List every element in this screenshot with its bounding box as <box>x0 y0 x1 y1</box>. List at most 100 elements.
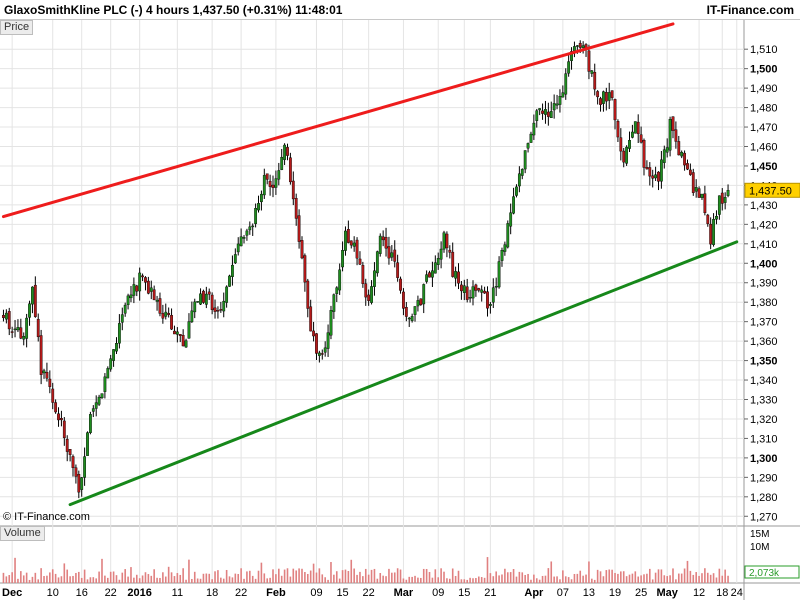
volume-bar <box>617 573 619 583</box>
volume-bar <box>133 577 135 583</box>
volume-bar <box>559 579 561 583</box>
instrument-title: GlaxoSmithKline PLC (-) 4 hours 1,437.50… <box>4 3 343 17</box>
volume-bar <box>28 579 31 583</box>
volume-bar <box>330 562 332 583</box>
candle-up <box>552 103 556 111</box>
candle-up <box>654 174 657 179</box>
candle-down <box>610 90 614 98</box>
candle-up <box>94 402 98 409</box>
brand-label[interactable]: IT-Finance.com <box>707 3 794 17</box>
candle-up <box>4 312 8 320</box>
volume-bar <box>211 579 213 583</box>
volume-bar <box>402 578 405 583</box>
volume-bar <box>263 573 266 583</box>
y-tick-label: 1,270 <box>750 511 778 523</box>
candle-down <box>36 318 40 338</box>
candle-down <box>265 173 269 180</box>
candle-down <box>616 121 620 138</box>
volume-bar <box>654 572 657 583</box>
candle-up <box>665 147 669 153</box>
volume-bar <box>335 571 338 583</box>
candle-up <box>175 331 179 335</box>
candle-up <box>228 275 231 287</box>
candle-up <box>254 208 258 224</box>
last-price-value: 1,437.50 <box>749 185 792 197</box>
candle-up <box>558 95 562 105</box>
volume-bar <box>544 575 547 583</box>
volume-bar <box>425 568 428 583</box>
volume-bar <box>437 577 440 583</box>
candle-down <box>74 467 78 477</box>
volume-bar <box>20 571 22 583</box>
candle-down <box>152 289 156 301</box>
volume-bar <box>620 571 622 583</box>
candle-down <box>613 99 617 121</box>
y-tick-label: 1,380 <box>750 297 778 309</box>
candle-down <box>720 192 724 204</box>
candle-up <box>602 91 605 104</box>
candle-down <box>68 449 72 455</box>
x-tick-label: Mar <box>394 587 414 599</box>
volume-bar <box>208 573 211 583</box>
candle-up <box>407 317 411 320</box>
candle-down <box>404 307 408 317</box>
candle-up <box>517 173 521 187</box>
volume-bar <box>254 578 257 583</box>
y-tick-label: 1,370 <box>750 317 778 329</box>
volume-bar <box>640 575 642 583</box>
candle-down <box>384 237 388 249</box>
volume-bar <box>701 573 703 583</box>
candle-up <box>251 225 255 228</box>
candle-down <box>546 111 550 117</box>
volume-bar <box>138 578 141 583</box>
volume-bar <box>550 561 553 583</box>
volume-bar <box>350 559 353 583</box>
volume-bar <box>80 577 83 583</box>
x-tick-label: 12 <box>693 587 705 599</box>
volume-bar <box>391 572 393 583</box>
volume-bar <box>86 579 89 583</box>
candle-down <box>648 167 652 177</box>
candle-up <box>680 152 684 157</box>
candle-up <box>454 271 458 279</box>
y-tick-label: 1,290 <box>750 472 778 484</box>
candle-down <box>173 330 176 335</box>
volume-bar <box>446 578 448 583</box>
volume-bar <box>393 572 396 583</box>
candle-down <box>144 277 147 283</box>
candle-up <box>526 143 530 149</box>
candle-up <box>633 121 637 134</box>
y-tick-label: 1,320 <box>750 414 778 426</box>
candle-down <box>146 280 150 294</box>
volume-bar <box>286 568 289 583</box>
volume-bar <box>582 575 584 583</box>
volume-bar <box>356 574 358 583</box>
volume-bar <box>202 573 205 583</box>
candle-down <box>651 175 655 179</box>
candle-up <box>199 293 202 305</box>
candle-up <box>335 287 339 294</box>
candle-up <box>280 156 284 170</box>
volume-bar <box>278 568 280 583</box>
volume-bar <box>193 571 196 583</box>
candle-up <box>561 92 565 98</box>
candle-down <box>294 197 298 219</box>
candlestick-chart[interactable]: 1,5101,5001,4901,4801,4701,4601,4501,440… <box>0 20 800 600</box>
candle-up <box>344 230 347 251</box>
candle-up <box>329 310 333 336</box>
candle-up <box>625 146 629 164</box>
volume-bar <box>388 568 390 583</box>
candle-down <box>402 291 405 309</box>
candle-down <box>141 275 144 278</box>
candle-down <box>170 315 173 330</box>
candle-up <box>257 203 260 211</box>
volume-bar <box>666 576 668 583</box>
candle-up <box>233 254 237 264</box>
candle-up <box>575 45 579 47</box>
candle-up <box>236 243 240 253</box>
volume-bar <box>605 570 608 583</box>
volume-bar <box>205 573 208 583</box>
candle-down <box>60 418 63 421</box>
candle-up <box>535 110 539 121</box>
volume-bar <box>680 573 683 583</box>
